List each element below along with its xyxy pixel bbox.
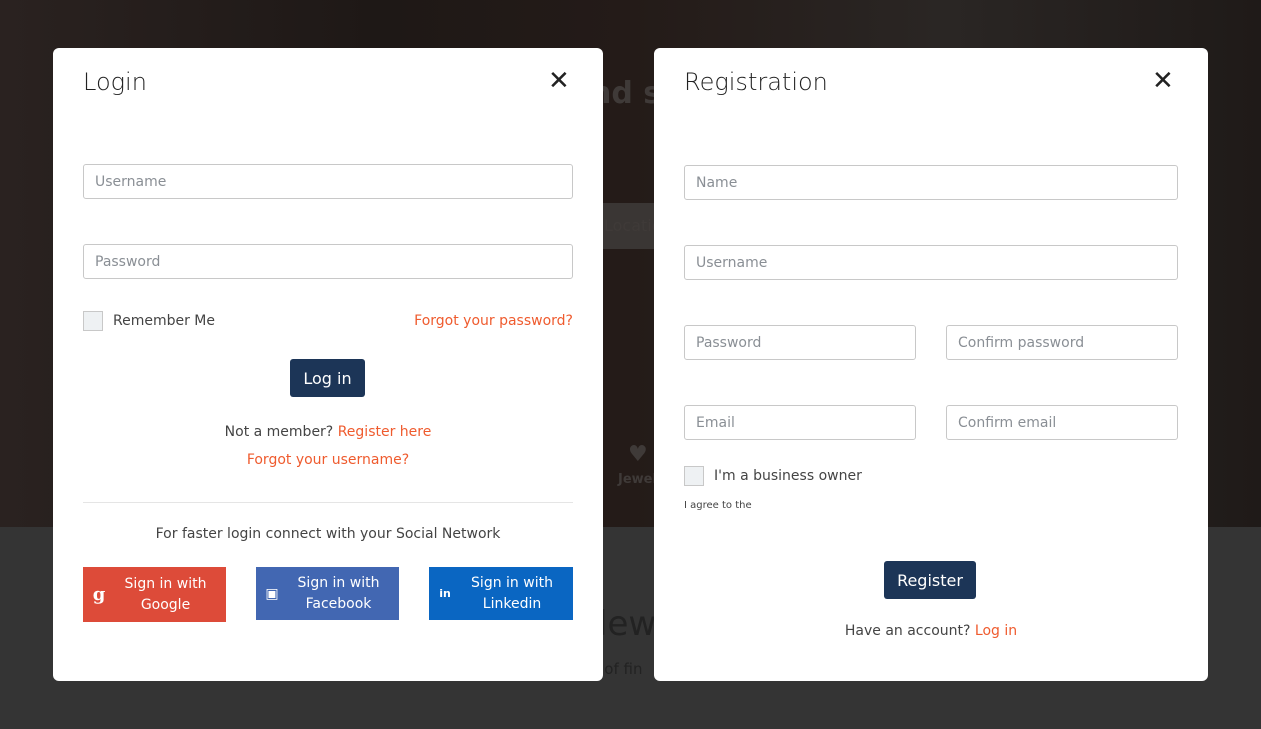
button-line: Sign in with: [124, 575, 207, 592]
login-modal: Login ✕ Remember Me Forgot your password…: [53, 48, 603, 681]
registration-title: Registration: [684, 68, 828, 96]
register-prompt: Not a member? Register here: [53, 424, 603, 440]
business-owner-checkbox[interactable]: [684, 466, 704, 486]
login-title: Login: [83, 68, 147, 96]
email-input[interactable]: [684, 405, 916, 440]
confirm-password-input[interactable]: [946, 325, 1178, 360]
google-icon: g: [92, 584, 106, 605]
business-owner-label: I'm a business owner: [714, 468, 862, 484]
facebook-signin-button[interactable]: ▣ Sign in with Facebook: [256, 567, 399, 620]
username-input[interactable]: [684, 245, 1178, 280]
background-title-fragment: lew: [598, 604, 657, 644]
register-button[interactable]: Register: [884, 561, 976, 599]
social-prompt: For faster login connect with your Socia…: [155, 526, 501, 542]
facebook-icon: ▣: [265, 585, 279, 602]
remember-me-checkbox[interactable]: [83, 311, 103, 331]
button-line: Sign in with: [297, 574, 380, 591]
heart-icon: ♥: [628, 442, 648, 467]
have-account-text: Have an account?: [844, 623, 971, 639]
button-line: Google: [140, 596, 191, 613]
name-input[interactable]: [684, 165, 1178, 200]
button-line: Linkedin: [482, 595, 542, 612]
close-icon[interactable]: ✕: [548, 68, 570, 94]
forgot-password-link[interactable]: Forgot your password?: [414, 313, 573, 329]
linkedin-signin-button[interactable]: in Sign in with Linkedin: [429, 567, 573, 620]
remember-me-label: Remember Me: [113, 313, 215, 329]
linkedin-icon: in: [439, 587, 451, 600]
password-input[interactable]: [83, 244, 573, 279]
login-button[interactable]: Log in: [290, 359, 365, 397]
forgot-username-link[interactable]: Forgot your username?: [247, 452, 409, 468]
background-category-fragment: Jewel: [618, 472, 657, 487]
not-member-text: Not a member?: [224, 424, 334, 440]
register-here-link[interactable]: Register here: [338, 424, 432, 440]
google-signin-button[interactable]: g Sign in with Google: [83, 567, 226, 622]
login-link[interactable]: Log in: [975, 623, 1017, 639]
password-input[interactable]: [684, 325, 916, 360]
button-line: Facebook: [305, 595, 372, 612]
button-line: Sign in with: [471, 574, 553, 591]
close-icon[interactable]: ✕: [1152, 68, 1174, 94]
login-prompt: Have an account? Log in: [654, 623, 1208, 639]
username-input[interactable]: [83, 164, 573, 199]
confirm-email-input[interactable]: [946, 405, 1178, 440]
divider: [83, 502, 573, 503]
registration-modal: Registration ✕ I'm a business owner I ag…: [654, 48, 1208, 681]
agree-terms-text: I agree to the: [684, 500, 752, 511]
